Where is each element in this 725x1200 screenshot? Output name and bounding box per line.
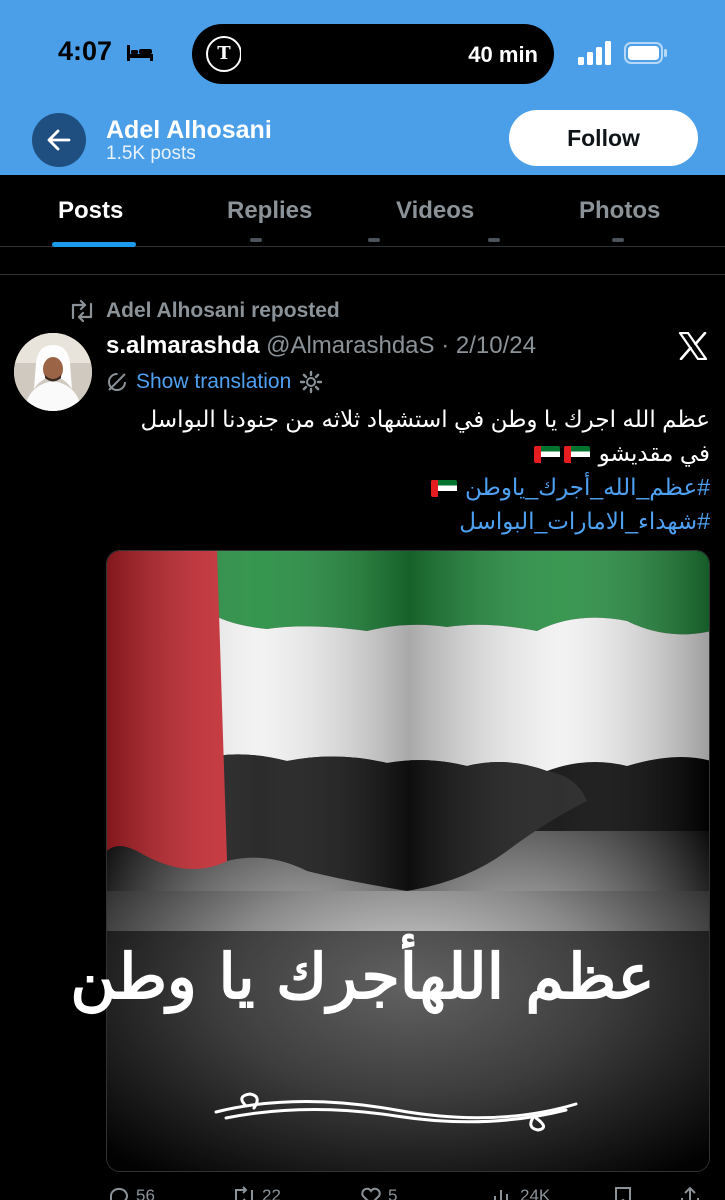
tab-replies[interactable]: Replies [227,197,312,225]
ornament-icon [214,1092,578,1132]
uae-flag-icon [430,480,457,498]
reply-icon [109,1187,128,1200]
profile-header: 4:07 T 40 min Adel Alhosani 1.5K posts F… [0,0,725,175]
repost-icon [235,1186,253,1200]
hashtag-1-text: #عظم_الله_أجرك_ياوطن [465,474,710,500]
repost-label: Adel Alhosani reposted [106,299,340,322]
hashtag-link[interactable]: #شهداء_الامارات_البواسل [106,504,710,538]
reply-count: 56 [136,1186,155,1200]
previous-post-actions [0,238,725,246]
share-button[interactable] [680,1186,700,1200]
repost-indicator: Adel Alhosani reposted [68,299,340,323]
post-text: عظم الله اجرك يا وطن في استشهاد ثلاثه من… [106,402,710,538]
repost-icon [71,300,93,322]
uae-flag-icon [564,446,591,464]
post-text-line-2: في مقديشو [106,436,710,470]
uae-flag-image [107,551,709,1171]
share-icon [681,1186,699,1200]
tab-photos[interactable]: Photos [579,197,660,225]
bed-icon [127,45,153,61]
show-translation-link[interactable]: Show translation [136,370,291,394]
island-timer: 40 min [468,42,538,67]
battery-icon [624,42,667,64]
uae-flag-icon [534,446,561,464]
status-time: 4:07 [58,36,113,66]
tesla-icon: T [206,36,243,72]
author-line: s.almarashda @AlmarashdaS · 2/10/24 [106,332,536,360]
author-name[interactable]: s.almarashda [106,332,259,359]
translation-row: Show translation [106,370,323,394]
like-button[interactable]: 5 [360,1186,397,1200]
post-text-line-1: عظم الله اجرك يا وطن في استشهاد ثلاثه من… [140,406,710,432]
dynamic-island[interactable]: T 40 min [192,24,554,84]
post-image[interactable] [106,550,710,1172]
follow-button[interactable]: Follow [509,110,698,166]
x-logo-icon[interactable] [678,332,708,360]
post-text-line-2-text: في مقديشو [598,440,710,466]
back-button[interactable] [32,113,86,167]
author-handle[interactable]: @AlmarashdaS [266,332,434,359]
repost-count: 22 [262,1186,281,1200]
arrow-left-icon [47,129,71,151]
heart-icon [361,1187,381,1200]
view-count: 24K [520,1186,551,1200]
tab-videos[interactable]: Videos [396,197,474,225]
profile-tabs: Posts Replies Videos Photos [0,175,725,247]
image-caption: عظم اللهأجرك يا وطن [70,940,655,1013]
post-count: 1.5K posts [106,143,196,164]
views-icon [494,1190,514,1200]
hashtag-link[interactable]: #عظم_الله_أجرك_ياوطن [106,470,710,504]
signal-icon [578,41,611,65]
tab-posts[interactable]: Posts [58,197,123,225]
bookmark-button[interactable] [614,1186,632,1200]
gear-icon[interactable] [299,370,323,394]
post-date[interactable]: · 2/10/24 [441,332,536,359]
reply-button[interactable]: 56 [108,1186,155,1200]
translate-icon [108,373,126,391]
repost-button[interactable]: 22 [232,1186,281,1200]
views-button[interactable]: 24K [492,1186,550,1200]
avatar[interactable] [14,333,92,411]
like-count: 5 [388,1186,398,1200]
divider [0,274,725,275]
profile-name: Adel Alhosani [106,116,272,144]
bookmark-icon [615,1187,631,1200]
post-actions: 56 22 5 24K [0,1186,725,1200]
